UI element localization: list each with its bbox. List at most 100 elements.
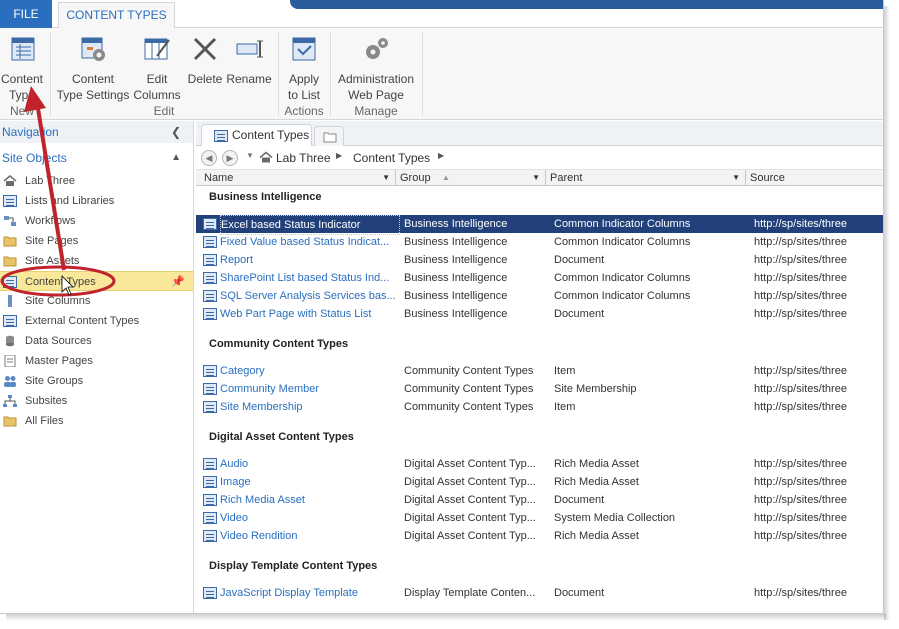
window-shadow-bottom [6, 614, 886, 621]
table-row[interactable]: Report Business Intelligence Document ht… [196, 251, 883, 269]
filter-dropdown-icon[interactable]: ▼ [532, 170, 540, 186]
group-separator [422, 32, 423, 116]
content-type-icon [203, 218, 217, 230]
table-row[interactable]: Video Digital Asset Content Typ... Syste… [196, 509, 883, 527]
nav-item-external-content-types[interactable]: External Content Types [0, 311, 193, 331]
column-icon [8, 295, 12, 307]
site-objects-header[interactable]: Site Objects ▲ [0, 143, 193, 171]
table-row[interactable]: Excel based Status Indicator Business In… [196, 215, 883, 235]
cell-group: Digital Asset Content Typ... [404, 512, 536, 524]
table-row[interactable]: Video Rendition Digital Asset Content Ty… [196, 527, 883, 545]
column-header-source[interactable]: Source [746, 170, 883, 186]
table-row[interactable]: SharePoint List based Status Ind... Busi… [196, 269, 883, 287]
cell-name[interactable]: SQL Server Analysis Services bas... [220, 287, 400, 305]
edit-columns-button[interactable]: Edit Columns [131, 34, 183, 103]
nav-item-site-groups[interactable]: Site Groups [0, 371, 193, 391]
filter-dropdown-icon[interactable]: ▼ [732, 170, 740, 186]
cell-name[interactable]: Rich Media Asset [220, 491, 400, 509]
table-row[interactable]: Rich Media Asset Digital Asset Content T… [196, 491, 883, 509]
cell-group: Community Content Types [404, 383, 534, 395]
cell-name[interactable]: Video [220, 509, 400, 527]
cell-name[interactable]: Excel based Status Indicator [220, 215, 400, 235]
back-button[interactable]: ◀ [201, 150, 217, 166]
apply-to-list-button[interactable]: Apply to List [284, 34, 324, 103]
content-type-icon [203, 512, 217, 524]
history-dropdown-icon[interactable]: ▼ [246, 151, 254, 160]
nav-item-subsites[interactable]: Subsites [0, 391, 193, 411]
table-row[interactable]: Web Part Page with Status List Business … [196, 305, 883, 323]
new-tab-button[interactable] [314, 126, 344, 147]
forward-button[interactable]: ▶ [222, 150, 238, 166]
cell-name[interactable]: Site Membership [220, 398, 400, 416]
delete-button[interactable]: Delete [186, 34, 224, 87]
cell-name[interactable]: Report [220, 251, 400, 269]
cell-group: Business Intelligence [404, 218, 508, 230]
cell-name[interactable]: Image [220, 473, 400, 491]
table-row[interactable]: Category Community Content Types Item ht… [196, 362, 883, 380]
cell-name[interactable]: Web Part Page with Status List [220, 305, 400, 323]
tab-file[interactable]: FILE [0, 0, 52, 28]
site-objects-list: Lab Three Lists and Libraries Workflows … [0, 171, 193, 431]
cell-parent: Item [554, 401, 576, 413]
chevron-up-icon[interactable]: ▲ [171, 143, 181, 173]
group-header: Business Intelligence [209, 191, 322, 203]
nav-item-data-sources[interactable]: Data Sources [0, 331, 193, 351]
table-row[interactable]: SQL Server Analysis Services bas... Busi… [196, 287, 883, 305]
sort-ascending-icon: ▲ [442, 173, 450, 182]
nav-item-site-pages[interactable]: Site Pages [0, 231, 193, 251]
sitemap-icon [3, 395, 17, 407]
breadcrumb-site[interactable]: Lab Three [276, 151, 331, 165]
cell-name[interactable]: Video Rendition [220, 527, 400, 545]
column-header-label: Source [750, 172, 785, 184]
table-row[interactable]: Community Member Community Content Types… [196, 380, 883, 398]
table-row[interactable]: Fixed Value based Status Indicat... Busi… [196, 233, 883, 251]
cell-name[interactable]: SharePoint List based Status Ind... [220, 269, 400, 287]
administration-web-page-label-1: Administration [337, 72, 415, 86]
filter-dropdown-icon[interactable]: ▼ [382, 170, 390, 186]
main-content: Content Types ◀ ▶ ▼ Lab Three ▶ Content … [196, 121, 883, 613]
cell-source: http://sp/sites/three [754, 587, 847, 599]
nav-item-site-assets[interactable]: Site Assets [0, 251, 193, 271]
column-header-parent[interactable]: Parent ▼ [546, 170, 746, 186]
cell-name[interactable]: Category [220, 362, 400, 380]
cell-group: Business Intelligence [404, 236, 508, 248]
nav-item-lab-three[interactable]: Lab Three [0, 171, 193, 191]
column-header-group[interactable]: Group ▲ ▼ [396, 170, 546, 186]
breadcrumb: ◀ ▶ ▼ Lab Three ▶ Content Types ▶ [196, 146, 883, 170]
cell-name[interactable]: Community Member [220, 380, 400, 398]
table-row[interactable]: Site Membership Community Content Types … [196, 398, 883, 416]
content-type-settings-button[interactable]: Content Type Settings [56, 34, 130, 103]
content-type-icon [203, 494, 217, 506]
cell-source: http://sp/sites/three [754, 254, 847, 266]
content-type-icon [203, 587, 217, 599]
nav-item-label: Lists and Libraries [25, 195, 115, 207]
content-type-button[interactable]: Content Type [0, 34, 44, 103]
cell-name[interactable]: Fixed Value based Status Indicat... [220, 233, 400, 251]
nav-item-content-types[interactable]: Content Types 📌 [0, 271, 193, 291]
nav-item-all-files[interactable]: All Files [0, 411, 193, 431]
table-row[interactable]: Image Digital Asset Content Typ... Rich … [196, 473, 883, 491]
cell-source: http://sp/sites/three [754, 365, 847, 377]
nav-item-label: Workflows [25, 215, 76, 227]
cell-parent: Item [554, 365, 576, 377]
cell-source: http://sp/sites/three [754, 530, 847, 542]
nav-item-workflows[interactable]: Workflows [0, 211, 193, 231]
content-type-icon [203, 254, 217, 266]
tab-content-types-doc[interactable]: Content Types [201, 124, 312, 147]
tab-content-types[interactable]: CONTENT TYPES [58, 2, 175, 29]
rename-button[interactable]: Rename [226, 34, 272, 87]
column-header-name[interactable]: Name ▼ [200, 170, 396, 186]
cell-name[interactable]: Audio [220, 455, 400, 473]
pin-icon[interactable]: 📌 [171, 272, 185, 292]
nav-item-master-pages[interactable]: Master Pages [0, 351, 193, 371]
table-row[interactable]: Audio Digital Asset Content Typ... Rich … [196, 455, 883, 473]
cell-name[interactable]: JavaScript Display Template [220, 584, 400, 602]
collapse-chevron-icon[interactable]: ❮ [171, 121, 181, 143]
list-icon [3, 315, 17, 327]
administration-web-page-button[interactable]: Administration Web Page [334, 34, 418, 103]
nav-item-label: Site Columns [25, 295, 91, 307]
nav-item-site-columns[interactable]: Site Columns [0, 291, 193, 311]
nav-item-lists-and-libraries[interactable]: Lists and Libraries [0, 191, 193, 211]
breadcrumb-page[interactable]: Content Types [353, 151, 430, 165]
table-row[interactable]: JavaScript Display Template Display Temp… [196, 584, 883, 602]
